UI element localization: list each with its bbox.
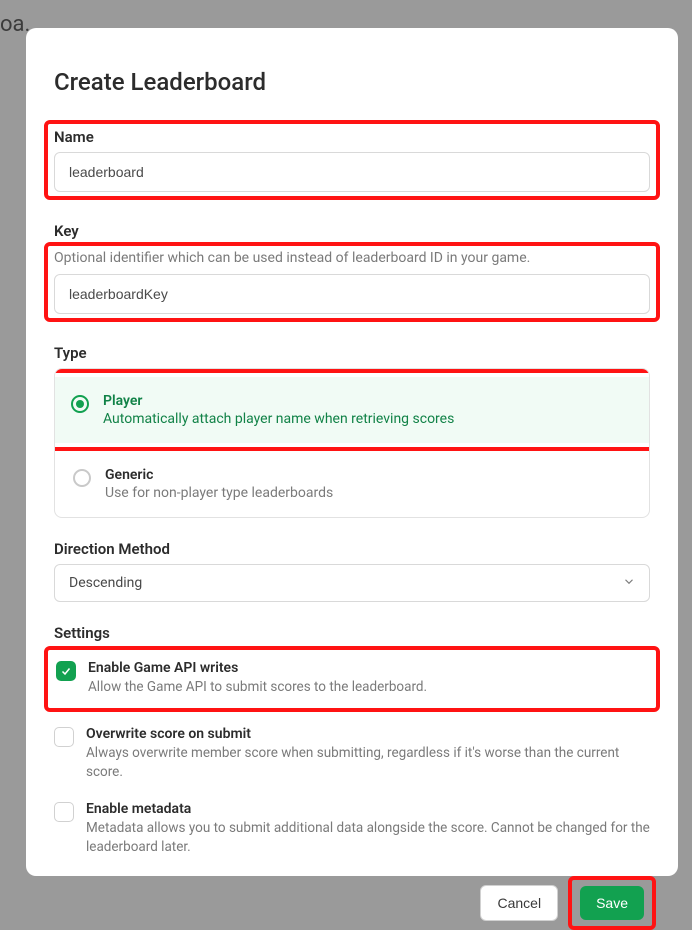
radio-title: Player [103, 393, 633, 409]
direction-label: Direction Method [54, 540, 650, 558]
overwrite-checkbox[interactable] [54, 727, 74, 747]
radio-option-generic[interactable]: Generic Use for non-player type leaderbo… [55, 451, 649, 517]
settings-label: Settings [54, 624, 650, 642]
key-highlight-box: Optional identifier which can be used in… [44, 242, 660, 322]
save-highlight-box: Save [568, 876, 656, 930]
radio-desc: Use for non-player type leaderboards [105, 485, 631, 501]
type-radio-group: Player Automatically attach player name … [54, 368, 650, 518]
create-leaderboard-modal: Create Leaderboard Name Key Optional ide… [26, 28, 678, 876]
enable-api-checkbox[interactable] [56, 661, 76, 681]
radio-icon [73, 469, 91, 487]
checkbox-title: Enable Game API writes [88, 660, 642, 676]
key-input[interactable] [54, 274, 650, 314]
type-player-highlight-box: Player Automatically attach player name … [54, 369, 650, 451]
modal-footer: Cancel Save [54, 876, 650, 930]
radio-desc: Automatically attach player name when re… [103, 411, 633, 427]
checkbox-title: Enable metadata [86, 801, 650, 817]
cancel-button[interactable]: Cancel [480, 885, 558, 921]
key-label: Key [54, 222, 650, 240]
save-button[interactable]: Save [580, 886, 644, 920]
direction-select[interactable]: Descending [54, 564, 650, 602]
checkbox-desc: Allow the Game API to submit scores to t… [88, 678, 642, 698]
radio-title: Generic [105, 467, 631, 483]
radio-icon [71, 395, 89, 413]
modal-title: Create Leaderboard [54, 68, 650, 96]
name-input[interactable] [54, 152, 650, 192]
radio-option-player[interactable]: Player Automatically attach player name … [54, 377, 650, 443]
checkbox-desc: Always overwrite member score when submi… [86, 744, 650, 783]
checkmark-icon [60, 665, 72, 677]
name-highlight-box: Name [44, 120, 660, 200]
checkbox-desc: Metadata allows you to submit additional… [86, 819, 650, 858]
enable-api-highlight-box: Enable Game API writes Allow the Game AP… [44, 646, 660, 712]
type-label: Type [54, 344, 650, 362]
checkbox-title: Overwrite score on submit [86, 726, 650, 742]
name-label: Name [54, 128, 650, 146]
key-hint: Optional identifier which can be used in… [54, 250, 650, 266]
metadata-checkbox[interactable] [54, 802, 74, 822]
